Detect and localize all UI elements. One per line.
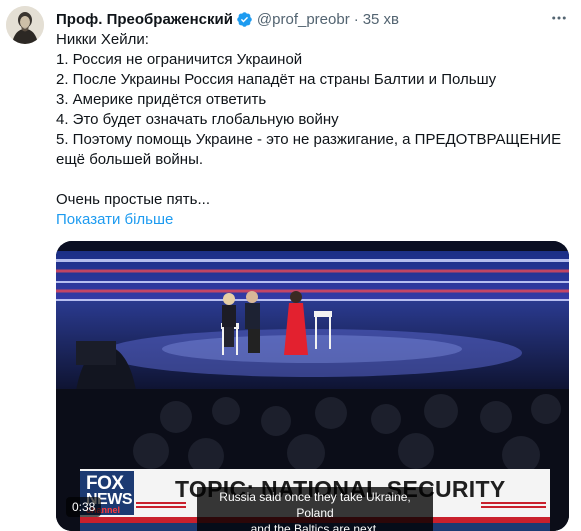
tweet-line: 4. Это будет означать глобальную войну [56, 111, 339, 128]
caption-line-2: and the Baltics are next. [250, 522, 380, 531]
tweet-line: 3. Америке придётся ответить [56, 91, 267, 108]
tweet-text: Никки Хейли: 1. Россия не ограничится Ук… [56, 30, 568, 210]
caption-line-1: Russia said once they take Ukraine, Pola… [219, 490, 411, 520]
tweet-line: ещё большей войны. [56, 151, 204, 168]
avatar-icon[interactable] [6, 6, 44, 44]
author-handle[interactable]: @prof_preobr [257, 11, 350, 28]
tweet-time[interactable]: 35 хв [363, 11, 399, 28]
tweet-line: 1. Россия не ограничится Украиной [56, 51, 303, 68]
tweet-line: 5. Поэтому помощь Украине - это не разжи… [56, 131, 562, 148]
video-caption: Russia said once they take Ukraine, Pola… [197, 487, 433, 531]
tweet-line: 2. После Украины Россия нападёт на стран… [56, 71, 497, 88]
tweet[interactable]: Проф. Преображенский @prof_preobr · 35 х… [0, 0, 581, 531]
tweet-header: Проф. Преображенский @prof_preobr · 35 х… [56, 8, 571, 30]
more-options-icon[interactable] [549, 8, 569, 28]
author-name[interactable]: Проф. Преображенский [56, 11, 233, 28]
verified-badge-icon [236, 11, 253, 28]
show-more-link[interactable]: Показати більше [56, 210, 173, 230]
separator-dot: · [353, 10, 359, 28]
video-player[interactable]: FOX NEWS channel TOPIC: NATIONAL SECURIT… [56, 241, 569, 531]
tweet-line: Очень простые пять... [56, 191, 210, 208]
video-timestamp: 0:38 [66, 497, 102, 517]
tweet-line: Никки Хейли: [56, 31, 149, 48]
